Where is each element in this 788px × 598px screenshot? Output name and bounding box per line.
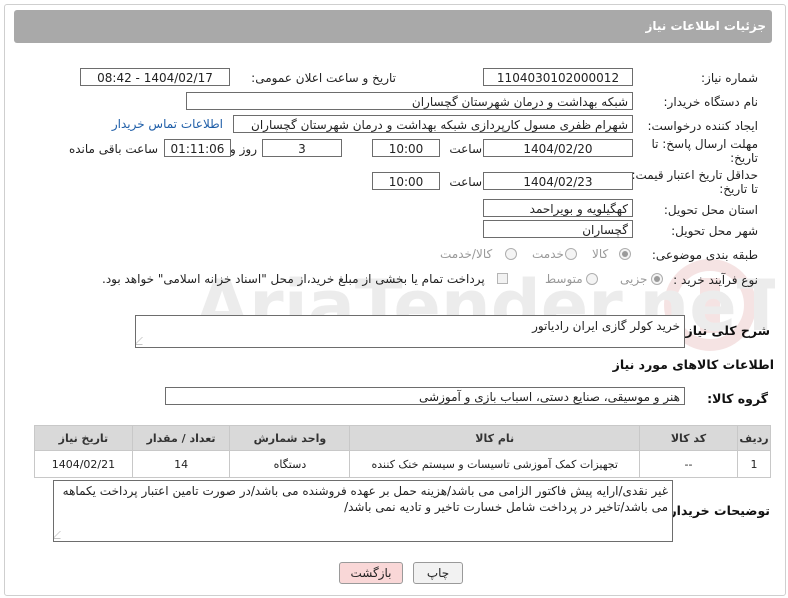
days-label: روز و [230, 142, 257, 156]
validity-time-label: ساعت [449, 175, 482, 189]
process-radio-medium[interactable] [586, 273, 598, 285]
print-button[interactable]: چاپ [413, 562, 463, 584]
cell-need-date: 1404/02/21 [34, 450, 133, 478]
cell-row-number: 1 [737, 450, 771, 478]
category-option-service: خدمت [532, 247, 564, 261]
col-header-unit: واحد شمارش [229, 425, 351, 451]
category-radio-goods-service[interactable] [505, 248, 517, 260]
days-remaining-field: 3 [262, 139, 342, 157]
treasury-payment-checkbox[interactable] [497, 273, 508, 284]
category-option-goods: کالا [592, 247, 609, 261]
time-remaining-label: ساعت باقی مانده [68, 142, 158, 156]
deadline-time-label: ساعت [449, 142, 482, 156]
buyer-notes-text: غیر نقدی/ارایه پیش فاکتور الزامی می باشد… [62, 484, 668, 514]
deadline-date-field: 1404/02/20 [483, 139, 633, 157]
resize-grip[interactable] [54, 531, 68, 539]
province-label: استان محل تحویل: [663, 203, 758, 217]
validity-time-field: 10:00 [372, 172, 440, 190]
buyer-notes-textarea[interactable]: غیر نقدی/ارایه پیش فاکتور الزامی می باشد… [53, 480, 673, 542]
col-header-item-code: کد کالا [638, 425, 739, 451]
col-header-need-date: تاریخ نیاز [34, 425, 133, 451]
process-option-minor: جزیی [620, 272, 648, 286]
summary-textarea[interactable]: خرید کولر گازی ایران رادیاتور [135, 315, 685, 348]
announce-date-field: 1404/02/17 - 08:42 [80, 68, 230, 86]
back-button[interactable]: بازگشت [339, 562, 403, 584]
buyer-org-field: شبکه بهداشت و درمان شهرستان گچساران [186, 92, 633, 110]
category-radio-service[interactable] [565, 248, 577, 260]
need-number-label: شماره نیاز: [701, 71, 758, 85]
category-label: طبقه بندی موضوعی: [651, 248, 758, 262]
summary-text: خرید کولر گازی ایران رادیاتور [532, 319, 680, 333]
deadline-label-2: تاریخ: [730, 151, 758, 165]
buyer-org-label: نام دستگاه خریدار: [663, 95, 759, 109]
province-field: کهگیلویه و بویراحمد [483, 199, 633, 217]
deadline-label: مهلت ارسال پاسخ: تا [651, 137, 758, 151]
announce-label: تاریخ و ساعت اعلان عمومی: [251, 71, 396, 85]
validity-label-2: تا تاریخ: [719, 182, 758, 196]
col-header-item-name: نام کالا [349, 425, 640, 451]
col-header-row-number: ردیف [737, 425, 771, 451]
col-header-quantity: تعداد / مقدار [131, 425, 231, 451]
items-table: ردیف کد کالا نام کالا واحد شمارش تعداد /… [34, 425, 771, 478]
table-header-row: ردیف کد کالا نام کالا واحد شمارش تعداد /… [34, 425, 771, 451]
cell-quantity: 14 [131, 450, 231, 478]
goods-group-label: گروه کالا: [707, 391, 768, 406]
cell-item-name: تجهیزات کمک آموزشی تاسیسات و سیستم خنک ک… [349, 450, 640, 478]
category-option-goods-service: کالا/خدمت [440, 247, 493, 261]
table-row: 1 -- تجهیزات کمک آموزشی تاسیسات و سیستم … [34, 450, 771, 478]
process-option-medium: متوسط [545, 272, 583, 286]
category-radio-goods[interactable] [619, 248, 631, 260]
time-remaining-field: 01:11:06 [164, 139, 231, 157]
city-field: گچساران [483, 220, 633, 238]
buyer-contact-link[interactable]: اطلاعات تماس خریدار [112, 117, 223, 131]
validity-date-field: 1404/02/23 [483, 172, 633, 190]
buyer-notes-label: توضیحات خریدار: [664, 503, 770, 518]
goods-group-field: هنر و موسیقی، صنایع دستی، اسباب بازی و آ… [165, 387, 685, 405]
creator-label: ایجاد کننده درخواست: [647, 119, 758, 133]
page-title: جزئیات اطلاعات نیاز [645, 19, 766, 33]
validity-label: حداقل تاریخ اعتبار قیمت: [631, 168, 758, 182]
need-number-field: 1104030102000012 [483, 68, 633, 86]
process-radio-minor[interactable] [651, 273, 663, 285]
creator-field: شهرام ظفری مسول کارپردازی شبکه بهداشت و … [233, 115, 633, 133]
deadline-time-field: 10:00 [372, 139, 440, 157]
summary-label: شرح کلی نیاز: [680, 323, 770, 338]
process-label: نوع فرآیند خرید : [673, 273, 758, 287]
goods-info-title: اطلاعات کالاهای مورد نیاز [612, 357, 774, 372]
treasury-payment-note: پرداخت تمام یا بخشی از مبلغ خرید،از محل … [102, 272, 485, 286]
resize-grip[interactable] [136, 337, 150, 345]
cell-item-code: -- [638, 450, 739, 478]
cell-unit: دستگاه [229, 450, 351, 478]
city-label: شهر محل تحویل: [671, 224, 758, 238]
